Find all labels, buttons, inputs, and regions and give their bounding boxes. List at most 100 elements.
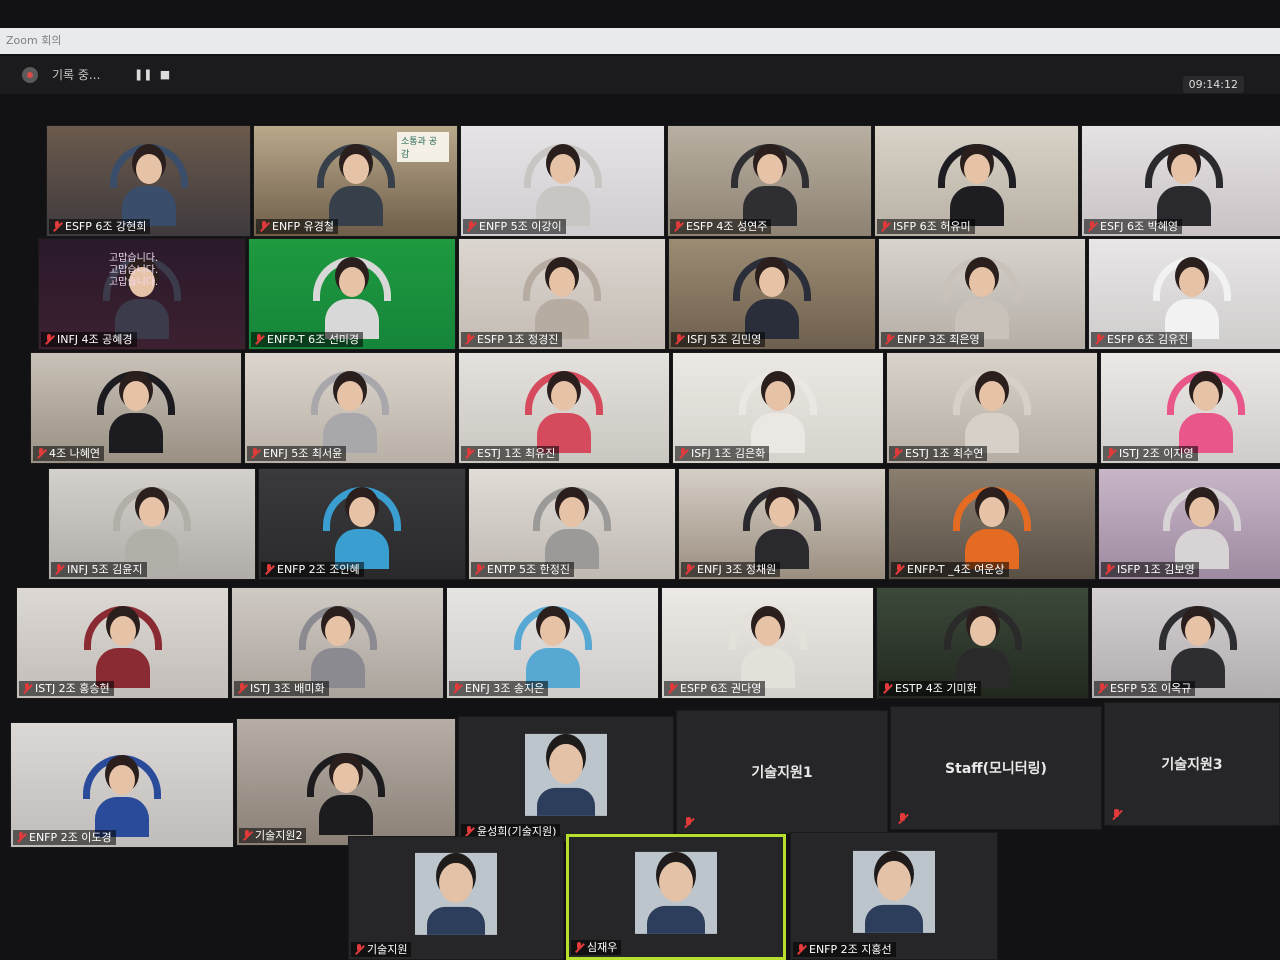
mic-muted-icon [36, 448, 46, 459]
mic-muted-icon [892, 448, 902, 459]
participant-name: ESFP 4조 성연주 [670, 219, 772, 234]
participant-video [943, 257, 1021, 339]
participant-tile[interactable]: ENFJ 3조 정채원 [678, 468, 886, 580]
participant-tile[interactable]: INFJ 5조 김윤지 [48, 468, 256, 580]
mic-muted-icon [678, 448, 688, 459]
participant-video [739, 371, 817, 453]
participant-tile[interactable]: 기술지원2 [236, 718, 456, 846]
book-sign: 소통과 공감 [397, 132, 449, 162]
participant-video [307, 753, 385, 835]
participant-video [525, 371, 603, 453]
mic-muted-icon [880, 221, 890, 232]
participant-name: ISTJ 2조 홍승현 [19, 681, 114, 696]
mic-muted-icon [574, 942, 584, 953]
participant-tile[interactable]: ESTJ 1조 최유진 [458, 352, 670, 464]
participant-tile[interactable]: ESTJ 1조 최수연 [886, 352, 1098, 464]
participant-name: ENFP 2조 이도경 [13, 830, 116, 845]
participant-tile-photo[interactable]: 윤성희(기술지원) [458, 716, 674, 842]
participant-tile[interactable]: ENFJ 5조 최서윤 [244, 352, 456, 464]
participant-video [937, 144, 1016, 226]
record-icon [22, 67, 38, 83]
participant-name: ESFP 1조 정경진 [461, 332, 563, 347]
participant-name: ISFJ 5조 김민영 [671, 332, 766, 347]
meeting-clock: 09:14:12 [1182, 76, 1244, 93]
participant-video [730, 144, 809, 226]
participant-tile[interactable]: ISFP 1조 김보영 [1098, 468, 1280, 580]
participant-name: ESTJ 1조 최유진 [461, 446, 560, 461]
participant-tile[interactable]: ENFP-T 6조 선미경 [248, 238, 456, 350]
participant-name: ESTJ 1조 최수연 [889, 446, 988, 461]
participant-video [316, 144, 395, 226]
participant-tile[interactable]: ENFP-T _4조 여운상 [888, 468, 1096, 580]
participant-name: ENFP-T _4조 여운상 [891, 562, 1009, 577]
participant-video [1167, 371, 1245, 453]
participant-tile[interactable]: ESTP 4조 기미화 [876, 587, 1089, 699]
mic-muted-icon [44, 334, 54, 345]
mic-muted-icon [673, 221, 683, 232]
mic-muted-icon [884, 334, 894, 345]
stop-icon[interactable]: ■ [158, 68, 172, 82]
participant-tile[interactable]: ESFP 5조 이옥규 [1091, 587, 1280, 699]
participant-name: ENFJ 3조 송지은 [449, 681, 549, 696]
participant-video [533, 487, 611, 569]
pause-icon[interactable]: ❚❚ [134, 68, 152, 82]
participant-name: ENFP 2조 조인혜 [261, 562, 364, 577]
participant-tile[interactable]: ENFP 2조 이도경 [10, 722, 234, 848]
mic-muted-icon [250, 448, 260, 459]
participant-video [953, 487, 1031, 569]
participant-name: ENFP 3조 최은영 [881, 332, 984, 347]
participant-tile[interactable]: ENFP 2조 조인혜 [258, 468, 466, 580]
participant-video [311, 371, 389, 453]
participant-name: 기술지원3 [1161, 757, 1223, 773]
participant-name: ESFP 6조 권다영 [664, 681, 766, 696]
participant-tile[interactable]: ENFP 3조 최은영 [878, 238, 1086, 350]
participant-tile[interactable]: ESFP 6조 김유진 [1088, 238, 1280, 350]
participant-tile[interactable]: ENFP 유경철 소통과 공감 [253, 125, 458, 237]
participant-name: ISFP 1조 김보영 [1101, 562, 1199, 577]
participant-video [83, 755, 161, 837]
participant-tile[interactable]: 4조 나혜연 [30, 352, 242, 464]
participant-tile[interactable]: ESFP 4조 성연주 [667, 125, 872, 237]
participant-tile-photo[interactable]: 기술지원 [348, 836, 564, 960]
mic-muted-icon [464, 334, 474, 345]
mic-muted-icon [464, 448, 474, 459]
participant-name: ISFJ 1조 김은화 [675, 446, 770, 461]
participant-video [523, 144, 602, 226]
participant-tile[interactable]: ENFJ 3조 송지은 [446, 587, 659, 699]
participant-tile[interactable]: ISTJ 2조 홍승현 [16, 587, 229, 699]
participant-name: ENFP-T 6조 선미경 [251, 332, 364, 347]
participant-tile-no-video[interactable]: 기술지원1 [676, 710, 888, 834]
participant-name: INFJ 4조 공혜경 [41, 332, 137, 347]
participant-name: ISTJ 2조 이지영 [1103, 446, 1198, 461]
participant-tile[interactable]: ISTJ 2조 이지영 [1100, 352, 1280, 464]
participant-tile-photo[interactable]: ENFP 2조 지홍선 [790, 832, 998, 960]
participant-name: ENFJ 3조 정채원 [681, 562, 781, 577]
participant-tile[interactable]: ESFP 6조 권다영 [661, 587, 874, 699]
zoom-window: Zoom 회의 기록 중... ❚❚ ■ 09:14:12 ESFP 6조 강현… [0, 0, 1280, 960]
participant-tile-no-video[interactable]: 기술지원3 [1104, 702, 1280, 826]
participant-tile[interactable]: INFJ 4조 공혜경 고맙습니다. 고맙습니다. 고맙습니다. [38, 238, 246, 350]
participant-tile[interactable]: ENFP 5조 이강이 [460, 125, 665, 237]
window-title: Zoom 회의 [6, 34, 62, 47]
mic-muted-icon [452, 683, 462, 694]
participant-tile-photo[interactable]: 심재우 [566, 834, 786, 960]
participant-tile[interactable]: ISTJ 3조 배미화 [231, 587, 444, 699]
participant-tile-no-video[interactable]: Staff(모니터링) [890, 706, 1102, 830]
participant-name: INFJ 5조 김윤지 [51, 562, 147, 577]
participant-tile[interactable]: ISFJ 5조 김민영 [668, 238, 876, 350]
mic-muted-icon [22, 683, 32, 694]
profile-photo [415, 852, 497, 935]
participant-tile[interactable]: ISFP 6조 허유미 [874, 125, 1079, 237]
participant-name: ENFJ 5조 최서윤 [247, 446, 347, 461]
participant-video [83, 606, 162, 688]
mic-muted-icon [16, 832, 26, 843]
mic-muted-icon [1104, 564, 1114, 575]
participant-tile[interactable]: ESFP 1조 정경진 [458, 238, 666, 350]
participant-tile[interactable]: ENTP 5조 한정진 [468, 468, 676, 580]
mic-muted-icon [52, 221, 62, 232]
participant-video [953, 371, 1031, 453]
participant-tile[interactable]: ESFJ 6조 박혜영 [1081, 125, 1280, 237]
participant-tile[interactable]: ISFJ 1조 김은화 [672, 352, 884, 464]
mic-muted-icon [674, 334, 684, 345]
participant-tile[interactable]: ESFP 6조 강현희 [46, 125, 251, 237]
